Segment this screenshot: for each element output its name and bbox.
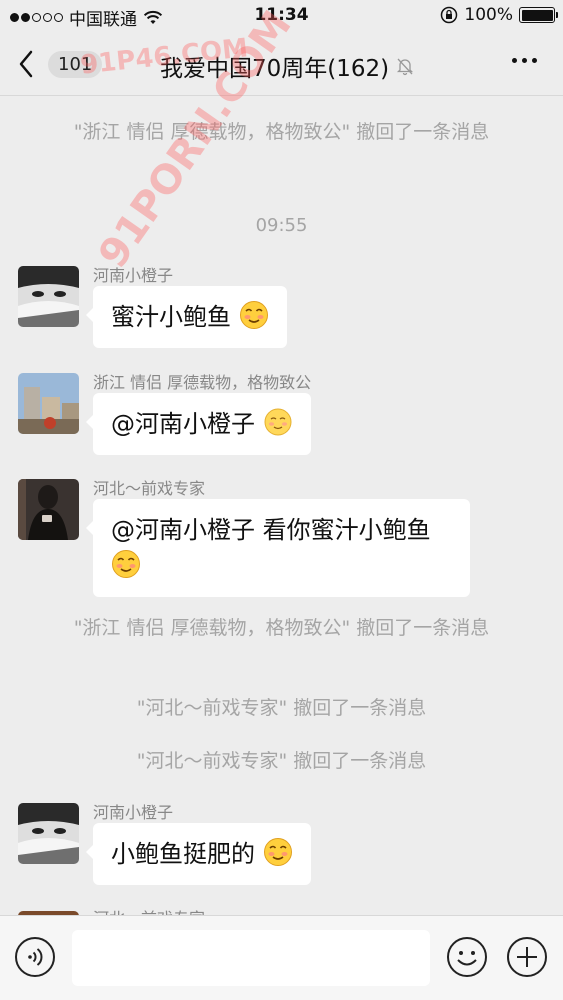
message-text: 蜜汁小鲍鱼 xyxy=(111,303,231,331)
message-bubble[interactable]: @河南小橙子 xyxy=(86,393,311,455)
input-bar xyxy=(0,915,563,1000)
status-right: 100% xyxy=(440,5,558,25)
message-text: @河南小橙子 xyxy=(111,410,263,438)
sender-name: 河南小橙子 xyxy=(93,803,174,822)
recall-notice: "河北～前戏专家" 撤回了一条消息 xyxy=(136,750,427,772)
message-text: @河南小橙子 看你蜜汁小鲍鱼 xyxy=(111,516,431,544)
voice-icon[interactable] xyxy=(14,936,56,978)
avatar-image xyxy=(18,373,79,434)
emoji-icon[interactable] xyxy=(446,936,488,978)
more-dot xyxy=(512,58,517,63)
message-bubble[interactable]: 蜜汁小鲍鱼 xyxy=(86,286,287,348)
sender-name: 浙江 情侣 厚德载物，格物致公 xyxy=(93,373,312,392)
avatar[interactable] xyxy=(18,803,79,864)
orientation-lock-icon xyxy=(441,6,458,24)
smiling-blush-emoji-icon xyxy=(263,838,292,866)
more-dot xyxy=(522,58,527,63)
more-dot xyxy=(532,58,537,63)
chevron-left-icon xyxy=(19,50,33,78)
message-input[interactable] xyxy=(72,930,430,986)
more-options-button[interactable] xyxy=(512,58,537,63)
avatar-image xyxy=(18,479,79,540)
avatar[interactable] xyxy=(18,266,79,327)
message-text: 小鲍鱼挺肥的 xyxy=(111,840,255,868)
recall-notice: "浙江 情侣 厚德载物，格物致公" 撤回了一条消息 xyxy=(73,617,490,639)
plus-icon[interactable] xyxy=(506,936,548,978)
message-bubble[interactable]: 小鲍鱼挺肥的 xyxy=(86,823,311,885)
sender-name: 河北～前戏专家 xyxy=(93,479,206,498)
recall-notice: "河北～前戏专家" 撤回了一条消息 xyxy=(136,697,427,719)
chat-message-list[interactable]: "浙江 情侣 厚德载物，格物致公" 撤回了一条消息 09:55 河南小橙子 蜜汁… xyxy=(0,97,563,915)
avatar[interactable] xyxy=(18,373,79,434)
message-bubble[interactable]: @河南小橙子 看你蜜汁小鲍鱼 xyxy=(86,499,470,597)
message-timestamp: 09:55 xyxy=(255,215,308,236)
recall-notice: "浙江 情侣 厚德载物，格物致公" 撤回了一条消息 xyxy=(73,121,490,143)
smiling-blush-emoji-icon xyxy=(112,550,140,578)
sender-name: 河北～前戏专家 xyxy=(93,905,205,915)
battery-icon xyxy=(519,7,558,23)
mute-bell-icon xyxy=(397,58,414,76)
avatar[interactable] xyxy=(18,479,79,540)
smiling-blush-emoji-icon xyxy=(264,408,292,436)
avatar-image xyxy=(18,803,79,864)
battery-percent: 100% xyxy=(464,5,513,25)
avatar-image xyxy=(18,266,79,327)
smiling-blush-emoji-icon xyxy=(239,301,268,329)
